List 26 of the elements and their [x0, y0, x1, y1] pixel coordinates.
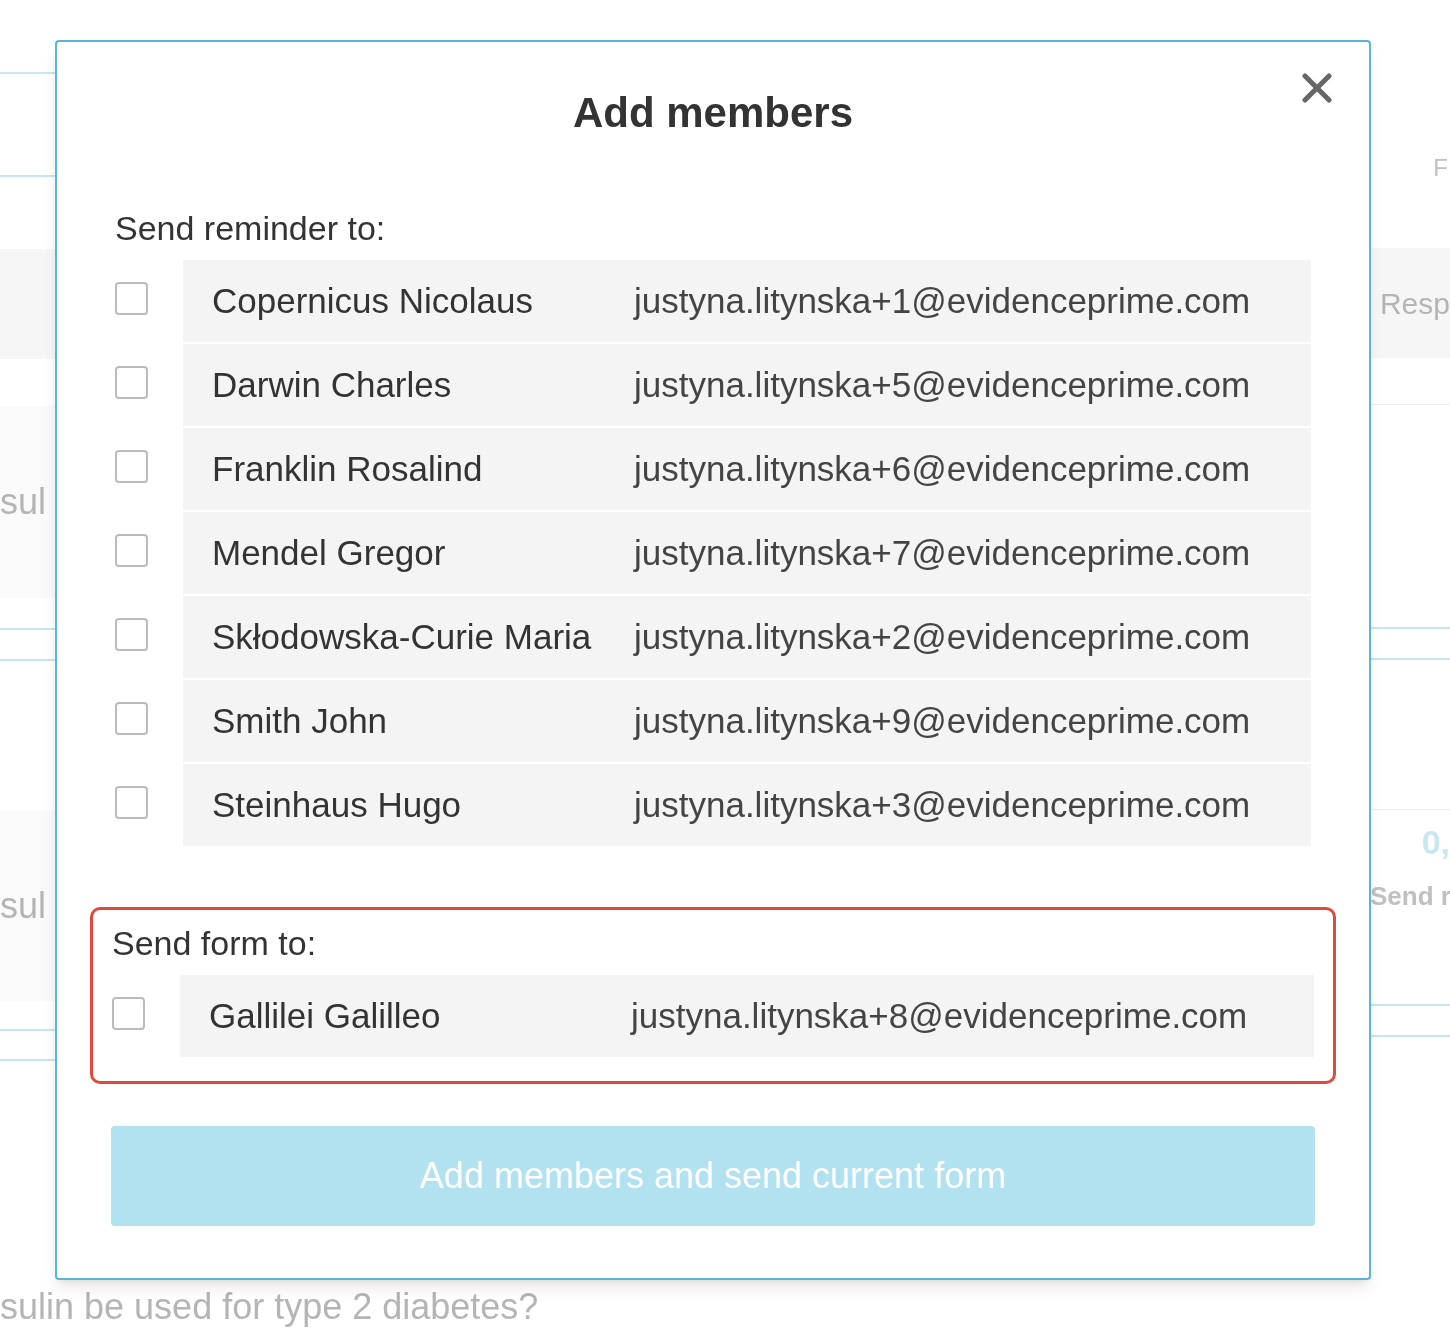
checkbox[interactable] — [115, 618, 148, 651]
checkbox[interactable] — [115, 450, 148, 483]
background-text: sul — [0, 884, 47, 928]
section-label: Send reminder to: — [115, 208, 387, 249]
member-row[interactable]: Steinhaus Hugo justyna.litynska+3@evidenceprime.com — [183, 764, 1311, 846]
background-text: sul — [0, 480, 47, 524]
dialog-title: Add members — [572, 87, 854, 138]
checkbox[interactable] — [115, 534, 148, 567]
checkbox[interactable] — [115, 702, 148, 735]
question-text: sulin be used for type 2 diabetes? — [0, 1285, 539, 1329]
close-icon — [1302, 73, 1332, 103]
checkbox[interactable] — [115, 282, 148, 315]
checkbox[interactable] — [115, 786, 148, 819]
member-row[interactable]: Copernicus Nicolaus justyna.litynska+1@evidenceprime.com — [183, 260, 1311, 342]
background-text: F — [1433, 153, 1448, 183]
section-label: Send form to: — [112, 923, 318, 964]
checkbox[interactable] — [115, 366, 148, 399]
member-row[interactable]: Mendel Gregor justyna.litynska+7@evidenceprime.com — [183, 512, 1311, 594]
background-text: Send r — [1370, 879, 1450, 913]
member-row[interactable]: Franklin Rosalind justyna.litynska+6@evidenceprime.com — [183, 428, 1311, 510]
member-row[interactable]: Smith John justyna.litynska+9@evidenceprime.com — [183, 680, 1311, 762]
member-row[interactable]: Gallilei Galilleo justyna.litynska+8@evidenceprime.com — [180, 975, 1314, 1057]
member-row[interactable]: Skłodowska-Curie Maria justyna.litynska+2@evidenceprime.com — [183, 596, 1311, 678]
member-row[interactable]: Darwin Charles justyna.litynska+5@evidenceprime.com — [183, 344, 1311, 426]
checkbox[interactable] — [112, 997, 145, 1030]
background-text: Resp — [1379, 285, 1450, 322]
